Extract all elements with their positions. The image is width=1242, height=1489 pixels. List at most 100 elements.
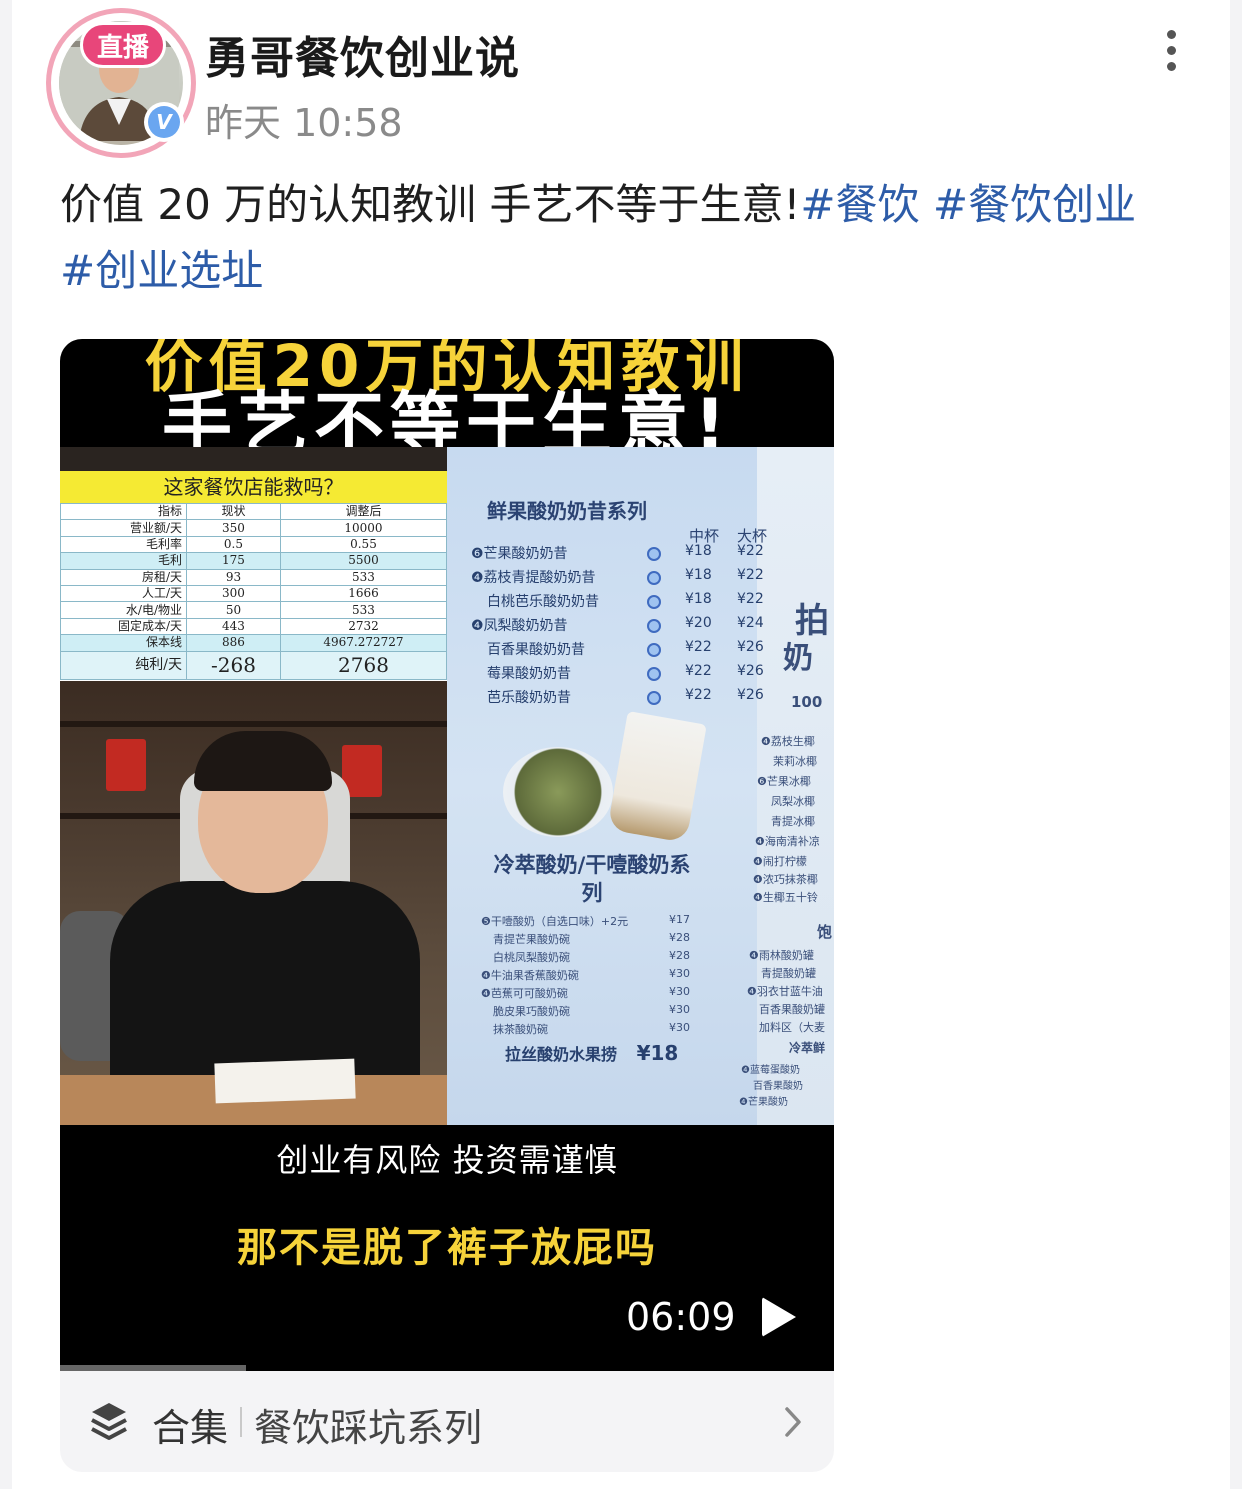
menu-item-name: ❹牛油果香蕉酸奶碗: [481, 969, 579, 982]
menu-price: ¥18: [636, 1041, 679, 1065]
sheet-header: 调整后: [279, 502, 448, 521]
username[interactable]: 勇哥餐饮创业说: [205, 22, 520, 86]
sheet-cell: 533: [279, 601, 448, 619]
sheet-title: 这家餐饮店能救吗？: [60, 471, 447, 503]
menu-right-item: ❻芒果冰椰: [757, 775, 811, 788]
menu-right-item: ❹芒果酸奶: [739, 1097, 788, 1108]
sheet-cell: 固定成本/天: [60, 617, 187, 636]
sheet-cell: 0.5: [186, 535, 281, 554]
sheet-cell: 毛利率: [60, 535, 187, 554]
menu-price: ¥28: [669, 949, 690, 962]
sheet-cell: 175: [186, 552, 281, 570]
menu-right-item: ❹海南清补凉: [755, 835, 820, 848]
sheet-cell: 350: [186, 519, 281, 537]
menu-price: ¥22: [737, 567, 764, 583]
spreadsheet: 这家餐饮店能救吗？ 指标 现状 调整后 营业额/天 350 10000 毛利率 0.5…: [60, 471, 448, 681]
collection-name: 餐饮踩坑系列: [254, 1406, 483, 1450]
sheet-cell: 房租/天: [60, 568, 187, 586]
menu-price: ¥26: [737, 639, 764, 655]
sheet-total-value: 2768: [279, 650, 448, 680]
menu-price: ¥30: [669, 985, 690, 998]
menu-right-item: 青提酸奶罐: [761, 967, 816, 980]
menu-price: ¥22: [685, 663, 712, 679]
collection-label: 合集: [152, 1406, 229, 1450]
collection-divider: [240, 1407, 242, 1437]
menu-item: 芭乐酸奶奶昔 ¥22 ¥26: [487, 687, 787, 711]
menu-dot: [647, 595, 661, 609]
hashtag[interactable]: #创业选址: [60, 246, 263, 295]
menu-price: ¥30: [669, 1003, 690, 1016]
menu-price: ¥24: [737, 615, 764, 631]
menu-item-name: 百香果酸奶奶昔: [487, 642, 585, 658]
menu-right-item: 凤梨冰椰: [771, 795, 815, 808]
sheet-cell: 2732: [279, 617, 448, 636]
more-vertical-icon[interactable]: [1160, 30, 1182, 74]
menu-item: 抹茶酸奶碗 ¥30: [493, 1021, 693, 1037]
menu-right-item: ❹蓝莓蛋酸奶: [741, 1065, 800, 1076]
menu-item: ❺干噎酸奶（自选口味）+2元 ¥17: [481, 913, 690, 929]
menu-price: ¥30: [669, 1021, 690, 1034]
sheet-cell: 人工/天: [60, 584, 187, 603]
menu-price: ¥17: [669, 913, 690, 926]
sheet-cell: 4967.272727: [279, 634, 448, 652]
menu-board: 鲜果酸奶奶昔系列 中杯 大杯 ❻芒果酸奶奶昔 ¥18 ¥22 ❹荔枝青提酸奶奶昔 ¥1…: [447, 447, 834, 1125]
sheet-cell: 443: [186, 617, 281, 636]
play-icon[interactable]: [762, 1297, 796, 1337]
menu-item-name: ❹荔枝青提酸奶奶昔: [471, 570, 596, 586]
menu-item: 脆皮果巧酸奶碗 ¥30: [493, 1003, 693, 1019]
menu-price: ¥26: [737, 663, 764, 679]
presenter-hair: [194, 731, 332, 791]
sheet-total-value: -268: [186, 650, 281, 680]
sheet-cell: 水/电/物业: [60, 601, 187, 619]
menu-right-item: ❹生椰五十铃: [753, 891, 818, 904]
menu-price: ¥22: [737, 591, 764, 607]
menu-right-item: ❹浓巧抹茶椰: [753, 873, 818, 886]
menu-item-name: 抹茶酸奶碗: [493, 1023, 548, 1036]
menu-price: ¥18: [685, 543, 712, 559]
menu-item: 青提芒果酸奶碗 ¥28: [493, 931, 693, 947]
sheet-header: 指标: [60, 502, 187, 521]
menu-right-item: 百香果酸奶罐: [759, 1003, 825, 1016]
menu-item: ❹荔枝青提酸奶奶昔 ¥18 ¥22: [471, 567, 771, 591]
menu-item: 白桃凤梨酸奶碗 ¥28: [493, 949, 693, 965]
menu-item-name: ❻芒果酸奶奶昔: [471, 546, 568, 562]
menu-item: 百香果酸奶奶昔 ¥22 ¥26: [487, 639, 787, 663]
menu-right-heading: 奶: [783, 641, 813, 676]
menu-right-item: ❹闹打柠檬: [753, 855, 807, 868]
video-player[interactable]: 价值20万的认知教训 手艺不等于生意! 这家餐饮店能救吗？ 指标 现状 调整后 …: [60, 339, 834, 1371]
sheet-total-label: 纯利/天: [60, 650, 187, 680]
live-badge[interactable]: 直播: [80, 22, 166, 68]
hashtag[interactable]: #餐饮: [800, 180, 919, 229]
menu-dot: [647, 547, 661, 561]
decor-box: [106, 739, 146, 791]
right-edge: [1230, 0, 1242, 1489]
sheet-cell: 0.55: [279, 535, 448, 554]
menu-right-item: ❹荔枝生椰: [761, 735, 815, 748]
menu-right-item: ❹雨林酸奶罐: [749, 949, 814, 962]
sheet-cell: 10000: [279, 519, 448, 537]
menu-price: ¥28: [669, 931, 690, 944]
menu-item-name: 白桃芭乐酸奶奶昔: [487, 594, 599, 610]
menu-item-name: ❺干噎酸奶（自选口味）+2元: [481, 915, 629, 928]
collection-bar[interactable]: 合集 餐饮踩坑系列: [60, 1371, 834, 1472]
menu-item-name: 莓果酸奶奶昔: [487, 666, 571, 682]
menu-price: ¥20: [685, 615, 712, 631]
menu-right-item: 百香果酸奶: [753, 1081, 803, 1092]
chevron-right-icon[interactable]: [782, 1405, 804, 1439]
smoothie-cup-image: [607, 710, 707, 844]
post-text: 价值 20 万的认知教训 手艺不等于生意!#餐饮 #餐饮创业 #创业选址: [60, 172, 1210, 304]
menu-item-name: 白桃凤梨酸奶碗: [493, 951, 570, 964]
menu-right-price: 100: [791, 693, 823, 711]
post-body: 价值 20 万的认知教训 手艺不等于生意!: [60, 180, 801, 229]
menu-item: 莓果酸奶奶昔 ¥22 ¥26: [487, 663, 787, 687]
menu-dot: [647, 571, 661, 585]
sheet-cell: 533: [279, 568, 448, 586]
menu-right-item: ❹羽衣甘蓝牛油: [747, 985, 823, 998]
sheet-cell: 5500: [279, 552, 448, 570]
sheet-cell: 50: [186, 601, 281, 619]
video-caption: 那不是脱了裤子放屁吗: [237, 1225, 657, 1271]
menu-item-name: 青提芒果酸奶碗: [493, 933, 570, 946]
menu-right-heading: 饱: [817, 923, 833, 941]
hashtag[interactable]: #餐饮创业: [933, 180, 1136, 229]
video-duration: 06:09: [626, 1295, 736, 1339]
